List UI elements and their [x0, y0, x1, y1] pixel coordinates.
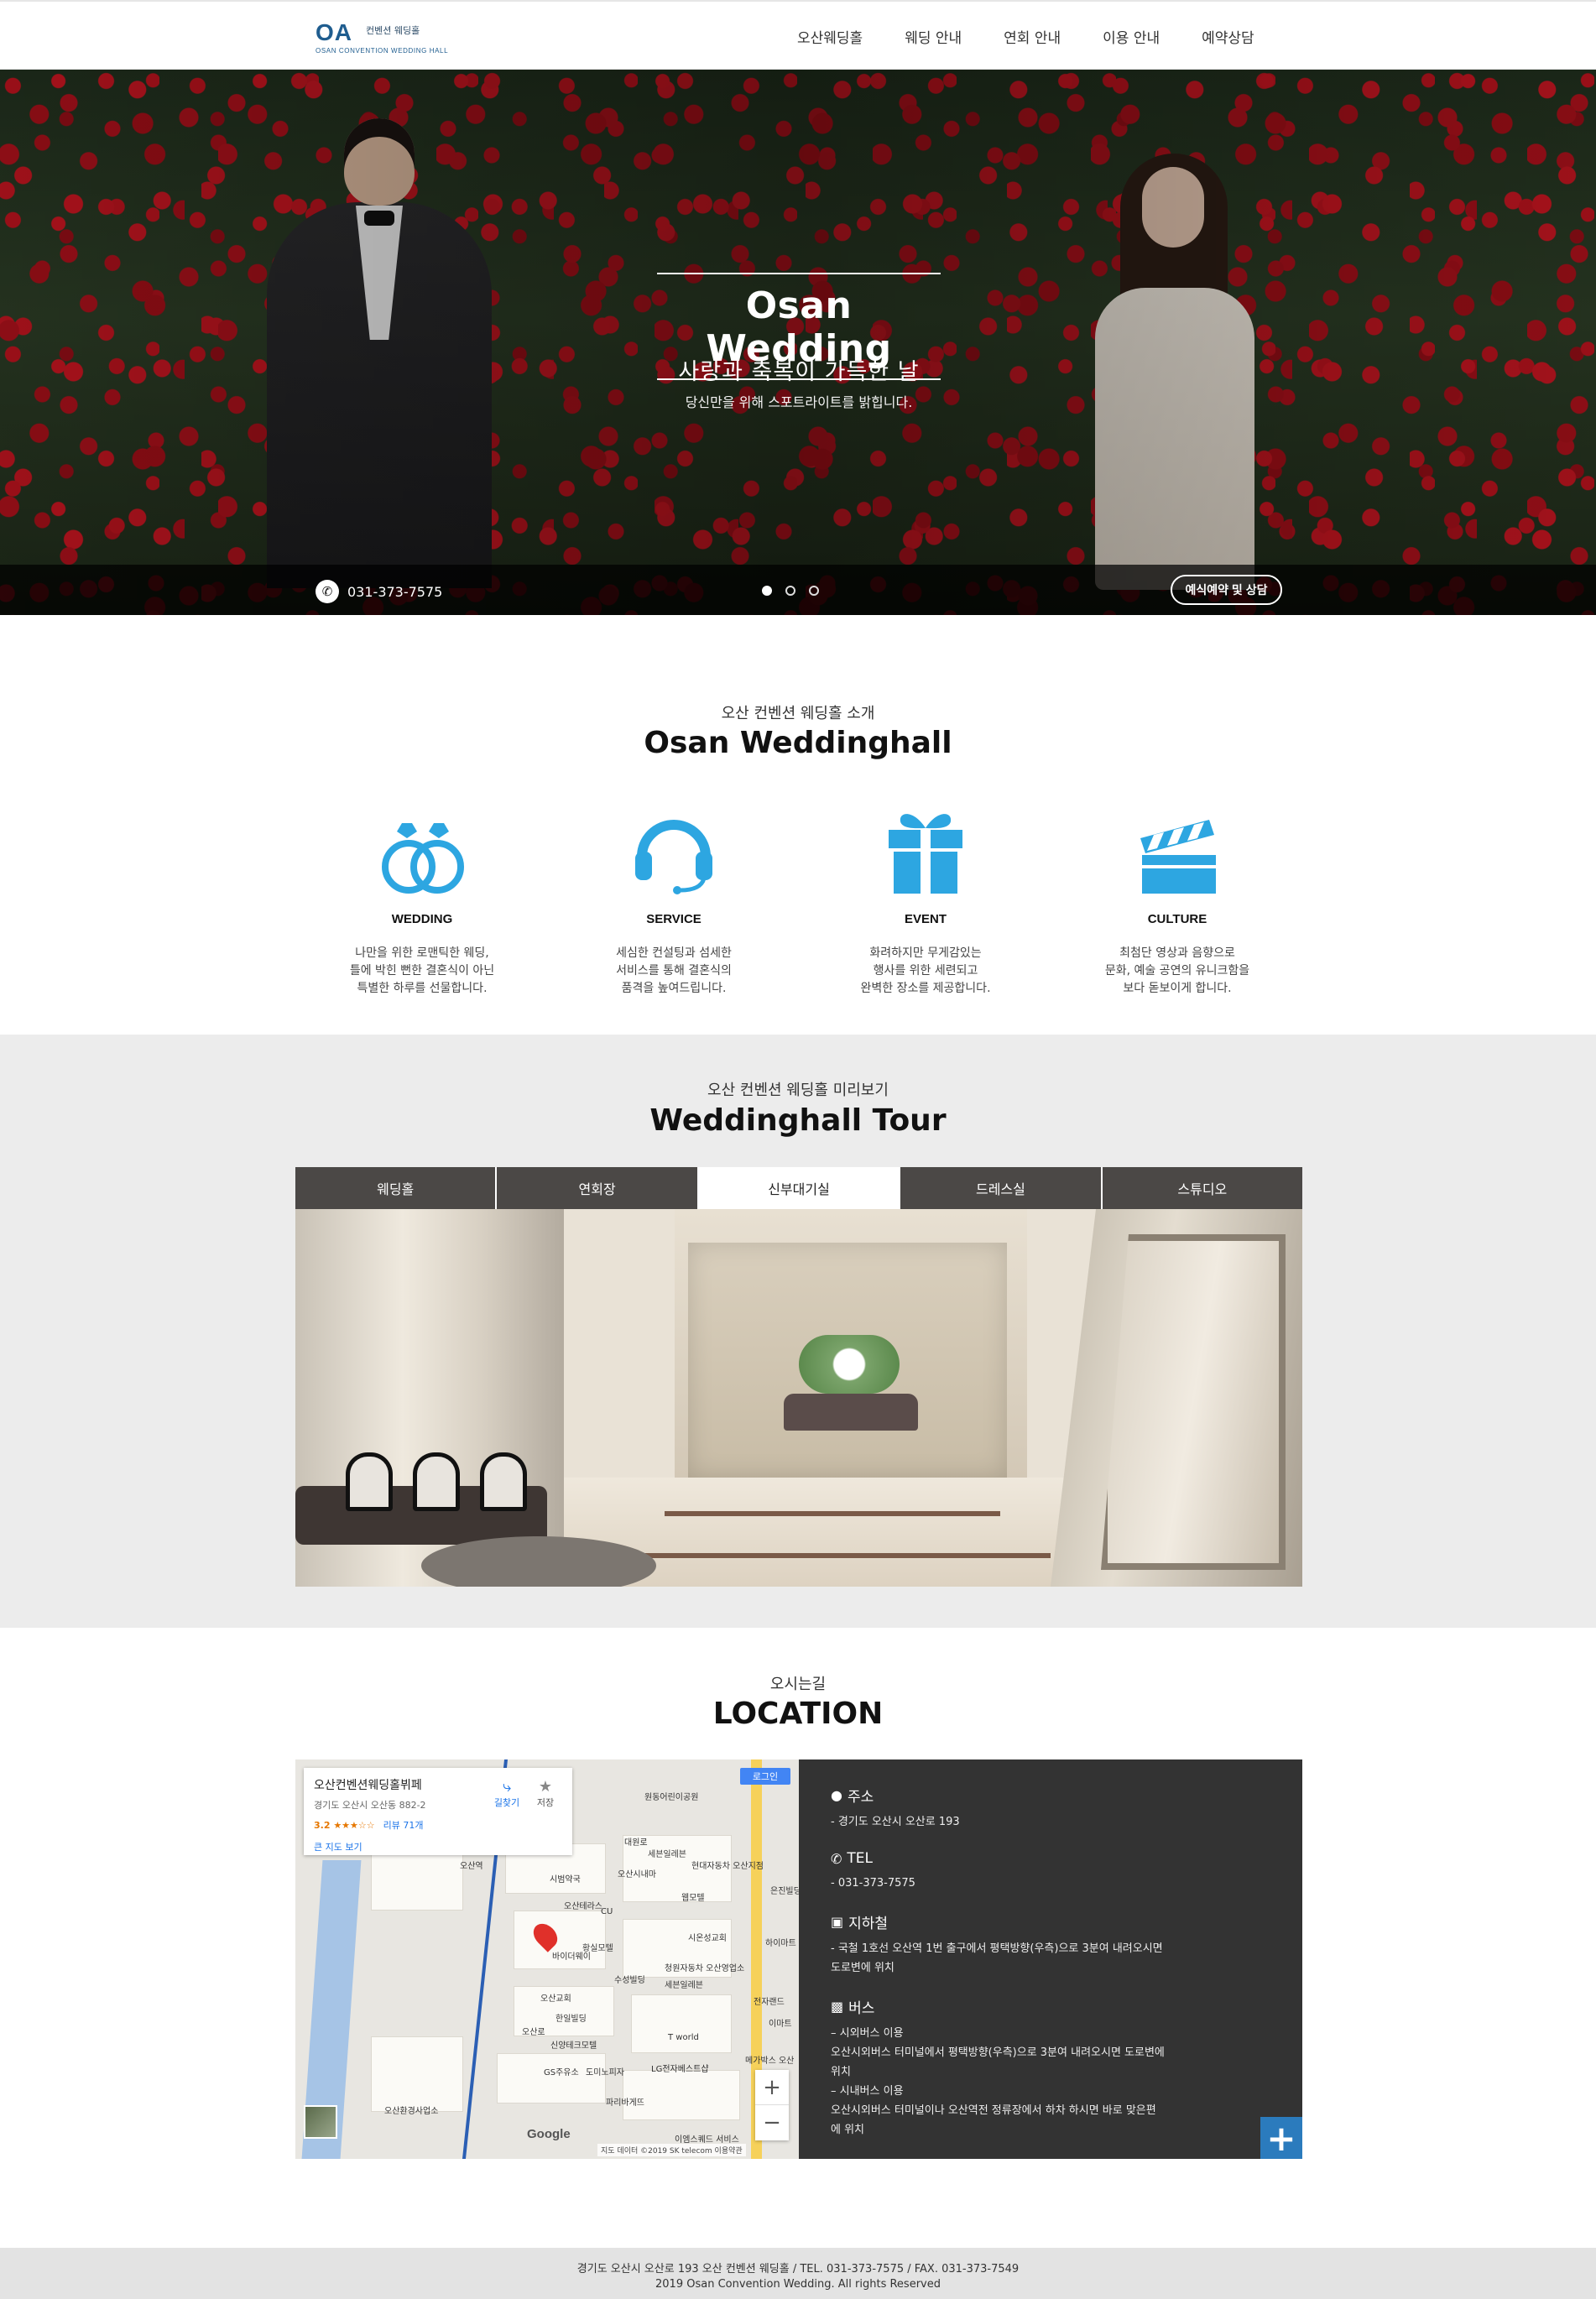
location-info: ● 주소 - 경기도 오산시 오산로 193 ✆ TEL - 031-373-757… — [799, 1759, 1302, 2159]
feature-title: WEDDING — [391, 912, 453, 926]
intro-subtitle: 오산 컨벤션 웨딩홀 소개 — [721, 705, 875, 722]
feature-title: EVENT — [904, 912, 947, 926]
feature-event: EVENT 화려하지만 무게감있는 행사를 위한 세련되고 완벽한 장소를 제공… — [800, 801, 1051, 998]
map-large-link[interactable]: 큰 지도 보기 — [314, 1840, 562, 1853]
info-tel-heading: ✆ TEL — [831, 1850, 874, 1867]
map-place-rating: 3.2 ★★★☆☆ 리뷰 71개 — [314, 1820, 424, 1831]
slider-dot-3[interactable] — [809, 586, 819, 596]
map-reviews-link[interactable]: 리뷰 71개 — [383, 1820, 424, 1831]
location-map[interactable]: 원동어린이공원 대원로 세븐일레븐 현대자동차 오산지점 시범약국 오산시내마 … — [295, 1759, 799, 2159]
map-attribution[interactable]: 지도 데이터 ©2019 SK telecom 이용약관 — [597, 2144, 746, 2156]
logo-mark: OA — [316, 19, 352, 45]
nav-osan-weddinghall[interactable]: 오산웨딩홀 — [797, 26, 863, 47]
map-save-button[interactable]: ★ 저장 — [527, 1778, 564, 1809]
tab-dress-room[interactable]: 드레스실 — [900, 1167, 1103, 1209]
feature-desc: 나만을 위한 로맨틱한 웨딩, 틀에 박힌 뻔한 결혼식이 아닌 특별한 하루를… — [349, 946, 495, 995]
hero-phone[interactable]: ✆ 031-373-7575 — [316, 580, 442, 603]
rings-icon — [296, 801, 548, 895]
feature-title: CULTURE — [1147, 912, 1207, 926]
hero-slider: Osan Wedding 사랑과 축복이 가득한 날 당신만을 위해 스포트라이… — [0, 70, 1596, 615]
tab-studio[interactable]: 스튜디오 — [1102, 1167, 1303, 1209]
tab-banquet[interactable]: 연회장 — [497, 1167, 699, 1209]
tour-photo-bride-room — [295, 1209, 1302, 1587]
slider-dot-1[interactable] — [762, 586, 772, 596]
subway-icon: ▣ — [831, 1914, 844, 1930]
footer-copyright: 2019 Osan Convention Wedding. All rights… — [655, 2278, 941, 2291]
directions-icon: ⤷ — [502, 1778, 512, 1796]
feature-desc: 세심한 컨설팅과 섬세한 서비스를 통해 결혼식의 품격을 높여드립니다. — [616, 946, 732, 995]
pin-icon: ● — [831, 1787, 842, 1803]
headset-icon — [548, 801, 800, 895]
zoom-in-button[interactable]: + — [755, 2070, 789, 2105]
info-bus-heading: ▩ 버스 — [831, 1999, 875, 2017]
info-tel-text: - 031-373-7575 — [831, 1877, 915, 1890]
zoom-out-button[interactable]: − — [755, 2105, 789, 2140]
gift-icon — [800, 801, 1051, 895]
feature-wedding: WEDDING 나만을 위한 로맨틱한 웨딩, 틀에 박힌 뻔한 결혼식이 아닌… — [296, 801, 548, 998]
location-subtitle: 오시는길 — [769, 1676, 827, 1693]
hero-tagline: 당신만을 위해 스포트라이트를 밝힙니다. — [685, 394, 913, 410]
main-nav: 오산웨딩홀 웨딩 안내 연회 안내 이용 안내 예약상담 — [797, 2, 1254, 71]
google-logo: Google — [527, 2127, 571, 2141]
location-title: LOCATION — [712, 1697, 884, 1731]
info-bus-text: – 시외버스 이용 오산시외버스 터미널에서 평택방향(우측)으로 3분여 내려… — [831, 2027, 1165, 2136]
slider-dot-2[interactable] — [785, 586, 795, 596]
info-address-text: - 경기도 오산시 오산로 193 — [831, 1816, 960, 1828]
phone-icon: ✆ — [316, 580, 339, 603]
footer-address: 경기도 오산시 오산로 193 오산 컨벤션 웨딩홀 / TEL. 031-37… — [576, 2263, 1020, 2276]
reserve-button[interactable]: 예식예약 및 상담 — [1171, 575, 1282, 605]
clapperboard-icon — [1051, 801, 1303, 895]
feature-title: SERVICE — [646, 912, 702, 926]
site-footer: 경기도 오산시 오산로 193 오산 컨벤션 웨딩홀 / TEL. 031-37… — [0, 2248, 1596, 2299]
map-zoom-control: + − — [755, 2070, 789, 2140]
feature-desc: 최첨단 영상과 음향으로 문화, 예술 공연의 유니크함을 보다 돋보이게 합니… — [1104, 946, 1250, 995]
nav-usage-info[interactable]: 이용 안내 — [1103, 26, 1160, 47]
tour-tabs: 웨딩홀 연회장 신부대기실 드레스실 스튜디오 — [295, 1167, 1303, 1209]
feature-culture: CULTURE 최첨단 영상과 음향으로 문화, 예술 공연의 유니크함을 보다… — [1051, 801, 1303, 998]
slider-dots — [762, 586, 832, 596]
tour-subtitle: 오산 컨벤션 웨딩홀 미리보기 — [707, 1082, 889, 1099]
nav-wedding-info[interactable]: 웨딩 안내 — [905, 26, 962, 47]
feature-desc: 화려하지만 무게감있는 행사를 위한 세련되고 완벽한 장소를 제공합니다. — [860, 946, 991, 995]
hero-subtitle: 사랑과 축복이 가득한 날 — [678, 359, 920, 385]
tour-title: Weddinghall Tour — [649, 1103, 947, 1138]
logo-english: OSAN CONVENTION WEDDING HALL — [316, 47, 449, 55]
site-logo[interactable]: OA 컨벤션 웨딩홀 OSAN CONVENTION WEDDING HALL — [316, 17, 448, 55]
hero-subtitle-box: 사랑과 축복이 가득한 날 당신만을 위해 스포트라이트를 밝힙니다. — [554, 353, 1044, 411]
bus-icon: ▩ — [831, 1999, 844, 2015]
hero-phone-number: 031-373-7575 — [347, 583, 443, 600]
tab-bride-room[interactable]: 신부대기실 — [698, 1167, 901, 1209]
feature-service: SERVICE 세심한 컨설팅과 섬세한 서비스를 통해 결혼식의 품격을 높여… — [548, 801, 800, 998]
nav-banquet-info[interactable]: 연회 안내 — [1004, 26, 1061, 47]
map-login-button[interactable]: 로그인 — [740, 1768, 790, 1785]
feature-list: WEDDING 나만을 위한 로맨틱한 웨딩, 틀에 박힌 뻔한 결혼식이 아닌… — [296, 801, 1303, 998]
phone-icon: ✆ — [831, 1850, 842, 1867]
logo-korean: 컨벤션 웨딩홀 — [366, 25, 420, 36]
star-icon: ★ — [538, 1778, 553, 1796]
map-directions-button[interactable]: ⤷ 길찾기 — [488, 1778, 525, 1809]
intro-title: Osan Weddinghall — [644, 726, 952, 760]
info-address-heading: ● 주소 — [831, 1787, 874, 1806]
site-header: OA 컨벤션 웨딩홀 OSAN CONVENTION WEDDING HALL … — [0, 0, 1596, 70]
info-subway-text: - 국철 1호선 오산역 1번 출구에서 평택방향(우측)으로 3분여 내려오시… — [831, 1942, 1163, 1974]
hero-bottom-bar: ✆ 031-373-7575 예식예약 및 상담 — [0, 565, 1596, 615]
map-satellite-toggle[interactable] — [304, 2105, 337, 2139]
location-more-button[interactable]: + — [1260, 2117, 1302, 2159]
map-place-card: 오산컨벤션웨딩홀뷔페 경기도 오산시 오산동 882-2 3.2 ★★★☆☆ 리뷰… — [304, 1768, 572, 1855]
tab-weddinghall[interactable]: 웨딩홀 — [295, 1167, 498, 1209]
info-subway-heading: ▣ 지하철 — [831, 1914, 889, 1932]
nav-reservation[interactable]: 예약상담 — [1202, 26, 1254, 47]
